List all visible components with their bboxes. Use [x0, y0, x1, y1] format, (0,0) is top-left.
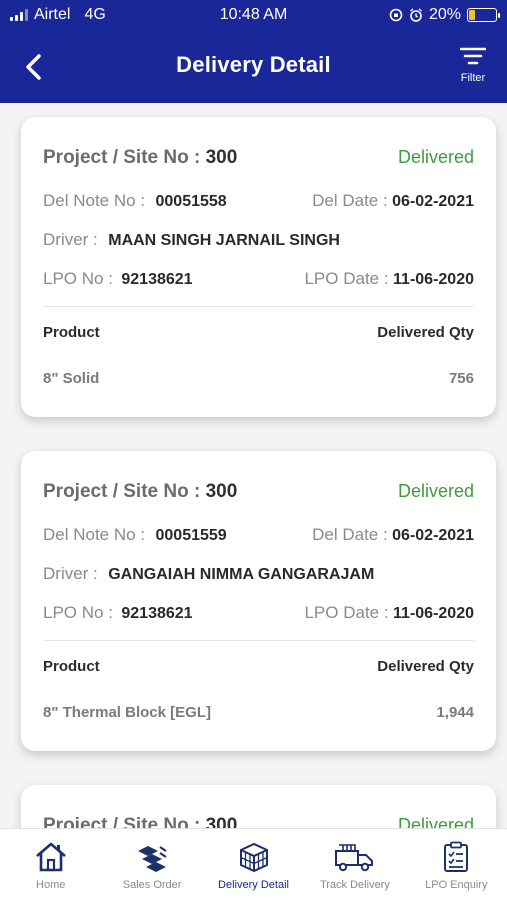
lpo-no-label: LPO No : — [43, 603, 113, 622]
del-note-row: Del Note No : 00051558 Del Date : 06-02-… — [43, 191, 474, 211]
del-note-row: Del Note No : 00051559 Del Date : 06-02-… — [43, 525, 474, 545]
top-app-bar: Airtel 4G 10:48 AM 20% Delivery Detail F… — [0, 0, 507, 103]
tab-lpo-enquiry[interactable]: LPO Enquiry — [406, 829, 507, 900]
qty-header: Delivered Qty — [377, 658, 474, 675]
qty-header: Delivered Qty — [377, 324, 474, 341]
lpo-date-value: 11-06-2020 — [393, 605, 474, 622]
lpo-date: LPO Date : 11-06-2020 — [304, 269, 474, 288]
project-label: Project / Site No : 300 — [43, 147, 238, 168]
product-header-row: Product Delivered Qty — [43, 324, 474, 344]
del-note-value: 00051558 — [155, 193, 227, 210]
project-label: Project / Site No : 300 — [43, 481, 238, 502]
project-value: 300 — [205, 481, 238, 502]
rotation-lock-icon — [389, 8, 403, 22]
filter-label: Filter — [460, 72, 486, 84]
delivery-detail-icon — [239, 842, 268, 873]
tab-label: Home — [36, 879, 66, 891]
tab-sales-order[interactable]: Sales Order — [101, 829, 202, 900]
page-title: Delivery Detail — [176, 52, 331, 77]
delivery-card[interactable]: Project / Site No : 300 Delivered Del No… — [21, 451, 496, 751]
lpo-date: LPO Date : 11-06-2020 — [304, 603, 474, 622]
product-name: 8" Solid — [43, 370, 100, 387]
driver-label: Driver : — [43, 564, 98, 583]
lpo-row: LPO No : 92138621 LPO Date : 11-06-2020 — [43, 603, 474, 623]
lpo-no-value: 92138621 — [121, 271, 193, 288]
product-qty: 756 — [448, 370, 474, 387]
battery-icon — [467, 8, 500, 22]
tab-label: Track Delivery — [319, 879, 390, 891]
product-row: 8" Solid 756 — [43, 370, 474, 390]
product-header: Product — [43, 658, 100, 675]
del-date: Del Date : 06-02-2021 — [312, 525, 474, 544]
driver-row: Driver : MAAN SINGH JARNAIL SINGH — [43, 230, 474, 250]
battery-percent: 20% — [428, 6, 461, 23]
del-note-label: Del Note No : — [43, 525, 146, 544]
project-row: Project / Site No : 300 Delivered — [43, 147, 474, 168]
product-row: 8" Thermal Block [EGL] 1,944 — [43, 704, 474, 724]
driver-value: MAAN SINGH JARNAIL SINGH — [108, 232, 340, 249]
del-note-label: Del Note No : — [43, 191, 146, 210]
alarm-icon — [410, 8, 422, 22]
status-bar: Airtel 4G 10:48 AM 20% — [0, 0, 507, 32]
lpo-row: LPO No : 92138621 LPO Date : 11-06-2020 — [43, 269, 474, 289]
filter-icon — [459, 47, 487, 65]
sales-order-icon — [138, 846, 167, 872]
status-right: 20% — [389, 6, 500, 24]
project-value: 300 — [205, 815, 238, 828]
track-delivery-icon — [334, 844, 373, 872]
status-badge: Delivered — [397, 815, 474, 828]
lpo-enquiry-icon — [444, 841, 469, 872]
delivery-card[interactable]: Project / Site No : 300 Delivered — [21, 785, 496, 828]
divider — [43, 306, 474, 307]
tab-home[interactable]: Home — [0, 829, 101, 900]
tab-label: Sales Order — [122, 879, 182, 891]
filter-button[interactable]: Filter — [455, 46, 491, 90]
lpo-no-label: LPO No : — [43, 269, 113, 288]
project-row: Project / Site No : 300 Delivered — [43, 815, 474, 828]
project-label: Project / Site No : 300 — [43, 815, 237, 828]
tab-delivery-detail[interactable]: Delivery Detail — [203, 829, 304, 900]
del-note-value: 00051559 — [155, 527, 227, 544]
lpo-no-value: 92138621 — [121, 605, 193, 622]
bottom-tab-bar: Home Sales Order Delivery Detail Track D… — [0, 828, 507, 900]
product-name: 8" Thermal Block [EGL] — [43, 704, 211, 721]
status-badge: Delivered — [397, 147, 474, 167]
del-date-value: 06-02-2021 — [392, 527, 474, 544]
tab-track-delivery[interactable]: Track Delivery — [304, 829, 405, 900]
status-badge: Delivered — [397, 481, 474, 501]
delivery-list[interactable]: Project / Site No : 300 Delivered Del No… — [0, 103, 507, 828]
tab-label: LPO Enquiry — [425, 879, 488, 891]
divider — [43, 640, 474, 641]
del-date: Del Date : 06-02-2021 — [312, 191, 474, 210]
driver-row: Driver : GANGAIAH NIMMA GANGARAJAM — [43, 564, 474, 584]
project-row: Project / Site No : 300 Delivered — [43, 481, 474, 502]
driver-label: Driver : — [43, 230, 98, 249]
product-header-row: Product Delivered Qty — [43, 658, 474, 678]
delivery-card[interactable]: Project / Site No : 300 Delivered Del No… — [21, 117, 496, 417]
project-value: 300 — [205, 147, 238, 168]
product-header: Product — [43, 324, 100, 341]
home-icon — [35, 842, 66, 872]
lpo-date-value: 11-06-2020 — [393, 271, 474, 288]
product-qty: 1,944 — [436, 704, 474, 721]
driver-value: GANGAIAH NIMMA GANGARAJAM — [108, 566, 375, 583]
tab-label: Delivery Detail — [218, 879, 289, 891]
del-date-value: 06-02-2021 — [392, 193, 474, 210]
